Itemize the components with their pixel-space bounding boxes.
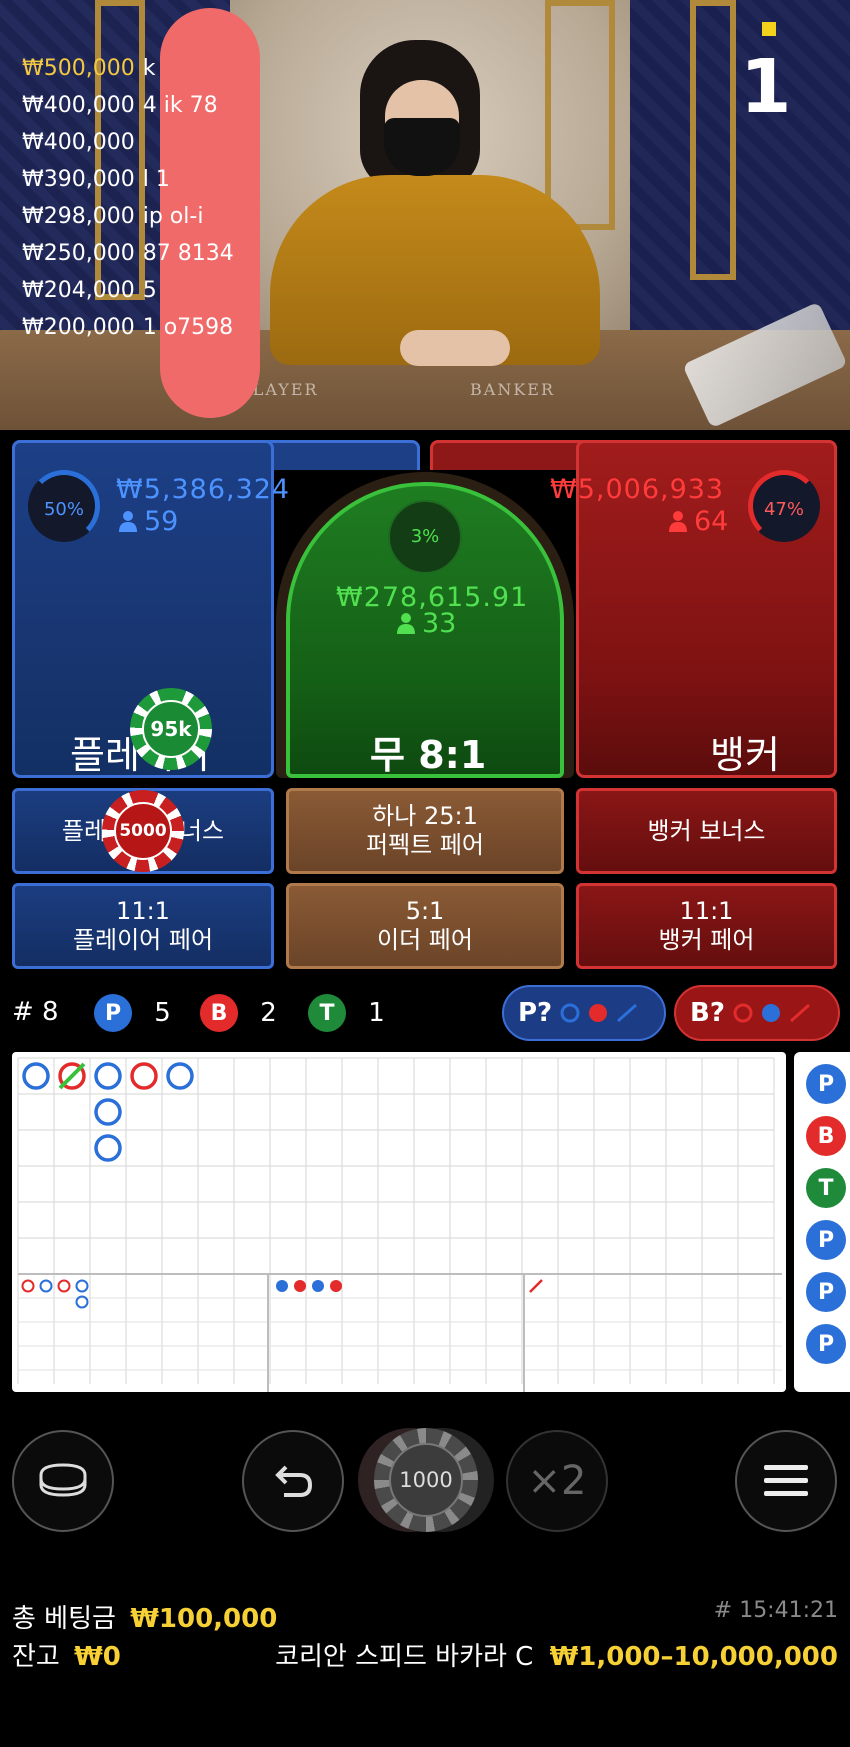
hamburger-menu-icon bbox=[764, 1465, 808, 1496]
player-bonus-placed-chip[interactable]: 5000 bbox=[102, 790, 184, 872]
total-bet-value: ₩100,000 bbox=[130, 1604, 278, 1634]
history-result: T bbox=[806, 1168, 846, 1208]
road-mark-player bbox=[22, 1062, 50, 1090]
history-result: P bbox=[806, 1220, 846, 1260]
banker-win-count: 2 bbox=[260, 998, 277, 1028]
derived-road-mark bbox=[75, 1279, 89, 1293]
tie-badge-icon: T bbox=[308, 994, 346, 1032]
road-mark-player bbox=[166, 1062, 194, 1090]
banker-badge-icon: B bbox=[200, 994, 238, 1032]
player-pair-bet[interactable]: 11:1 플레이어 페어 bbox=[12, 883, 274, 969]
table-icon bbox=[39, 1463, 87, 1497]
derived-road-mark bbox=[21, 1279, 35, 1293]
road-mark-player bbox=[94, 1062, 122, 1090]
double-bet-button[interactable]: ×2 bbox=[506, 1430, 608, 1532]
road-mark-banker bbox=[130, 1062, 158, 1090]
player-placed-chip[interactable]: 95k bbox=[130, 688, 212, 770]
balance-value: ₩0 bbox=[74, 1642, 121, 1672]
history-result: P bbox=[806, 1272, 846, 1312]
scoreboard-roadmap[interactable] bbox=[12, 1052, 786, 1392]
predict-pattern-icon bbox=[733, 1003, 810, 1023]
player-predict-button[interactable]: P? bbox=[502, 985, 666, 1041]
big-road-grid bbox=[17, 1057, 782, 1392]
undo-icon bbox=[275, 1465, 313, 1497]
tie-win-count: 1 bbox=[368, 998, 385, 1028]
derived-road-mark bbox=[57, 1279, 71, 1293]
tie-bettor-count: 33 bbox=[396, 608, 456, 639]
menu-button[interactable] bbox=[735, 1430, 837, 1532]
result-history-strip[interactable]: PBTPPP bbox=[794, 1052, 850, 1392]
game-id: # 15:41:21 bbox=[713, 1598, 838, 1623]
player-bettor-count: 59 bbox=[118, 506, 178, 537]
winner-row: ₩400,000 4 ik 78 bbox=[22, 93, 218, 118]
banker-percent-ring: 47% bbox=[748, 470, 820, 542]
derived-road-mark bbox=[330, 1280, 342, 1292]
either-pair-bet[interactable]: 5:1 이더 페어 bbox=[286, 883, 564, 969]
player-badge-icon: P bbox=[94, 994, 132, 1032]
derived-road-mark bbox=[276, 1280, 288, 1292]
chip-selector[interactable]: 1000 bbox=[374, 1428, 478, 1532]
road-mark-player bbox=[94, 1134, 122, 1162]
history-result: B bbox=[806, 1116, 846, 1156]
table-view-button[interactable] bbox=[12, 1430, 114, 1532]
winner-row: ₩250,000 87 8134 bbox=[22, 241, 234, 266]
derived-road-mark bbox=[529, 1279, 543, 1293]
round-indicator-icon bbox=[762, 22, 776, 36]
derived-road-mark bbox=[39, 1279, 53, 1293]
banker-predict-button[interactable]: B? bbox=[674, 985, 840, 1041]
banker-bet-total: ₩5,006,933 bbox=[550, 474, 725, 505]
perfect-pair-bet[interactable]: 하나 25:1 퍼펙트 페어 bbox=[286, 788, 564, 874]
player-percent-ring: 50% bbox=[28, 470, 100, 542]
banker-pair-bet[interactable]: 11:1 뱅커 페어 bbox=[576, 883, 837, 969]
person-icon bbox=[119, 511, 137, 532]
stats-bar: # 8 P 5 B 2 T 1 P? B? bbox=[12, 985, 842, 1041]
player-win-count: 5 bbox=[154, 998, 171, 1028]
tie-percent-ring: 3% bbox=[388, 500, 462, 574]
predict-pattern-icon bbox=[560, 1003, 638, 1023]
undo-button[interactable] bbox=[242, 1430, 344, 1532]
derived-road-mark bbox=[294, 1280, 306, 1292]
winner-row: ₩390,000 l 1 bbox=[22, 167, 170, 192]
banker-bettor-count: 64 bbox=[668, 506, 728, 537]
derived-road-mark bbox=[312, 1280, 324, 1292]
winner-row: ₩298,000 ip ol-i bbox=[22, 204, 204, 229]
person-icon bbox=[397, 613, 415, 634]
live-video: PLAYER BANKER ₩500,000 k ₩400,000 4 ik 78 … bbox=[0, 0, 850, 430]
history-result: P bbox=[806, 1064, 846, 1104]
winner-row: ₩400,000 bbox=[22, 130, 135, 155]
person-icon bbox=[669, 511, 687, 532]
winners-list: ₩500,000 k ₩400,000 4 ik 78 ₩400,000 ₩390,… bbox=[22, 56, 234, 352]
winner-row: ₩200,000 1 o7598 bbox=[22, 315, 234, 340]
winner-row: ₩204,000 5 bbox=[22, 278, 157, 303]
round-count: # 8 bbox=[12, 997, 59, 1027]
banker-title: 뱅커 bbox=[710, 733, 780, 777]
winner-row: ₩500,000 k bbox=[22, 56, 156, 81]
balance-label: 잔고 bbox=[12, 1642, 60, 1672]
footer: 총 베팅금 ₩100,000 # 15:41:21 잔고 ₩0 코리안 스피드 … bbox=[12, 1598, 838, 1674]
felt-banker-label: BANKER bbox=[470, 380, 555, 399]
table-name: 코리안 스피드 바카라 C bbox=[275, 1642, 534, 1672]
tie-title: 무 8:1 bbox=[370, 733, 487, 777]
player-bet-total: ₩5,386,324 bbox=[116, 474, 291, 505]
history-result: P bbox=[806, 1324, 846, 1364]
banker-bonus-bet[interactable]: 뱅커 보너스 bbox=[576, 788, 837, 874]
bet-limits: ₩1,000–10,000,000 bbox=[549, 1642, 838, 1672]
round-number: 1 bbox=[740, 44, 792, 130]
total-bet-label: 총 베팅금 bbox=[12, 1604, 116, 1634]
road-mark-player bbox=[94, 1098, 122, 1126]
selected-chip-value: 1000 bbox=[389, 1443, 463, 1517]
